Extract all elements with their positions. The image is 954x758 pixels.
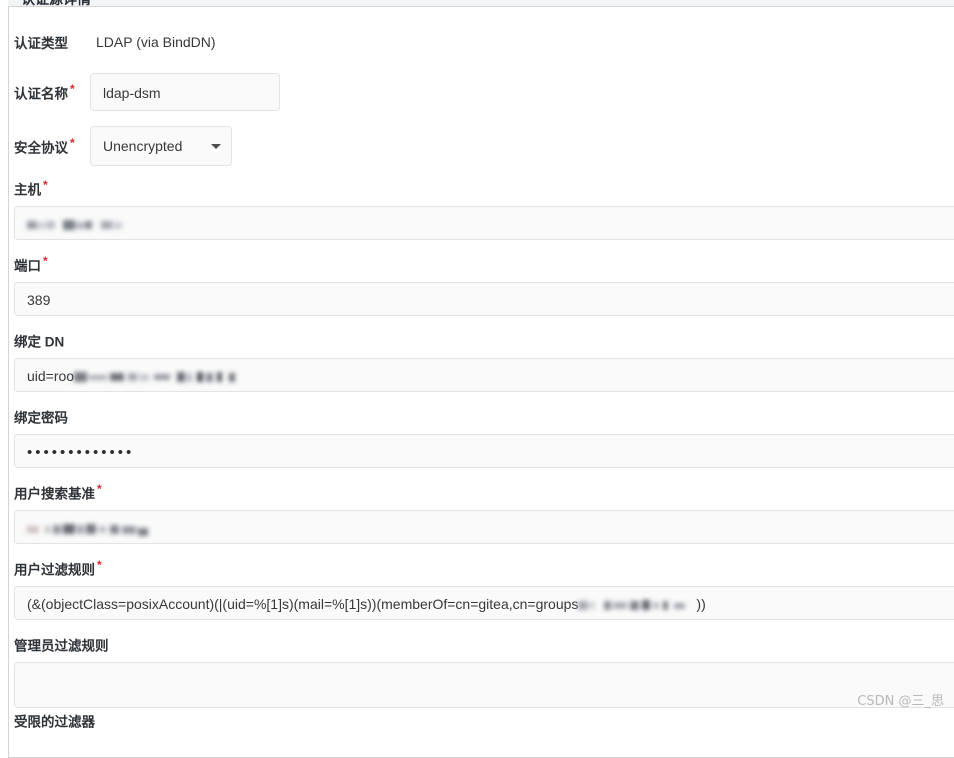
security-protocol-required-star: * <box>70 136 75 150</box>
field-host: 主机* <box>14 176 954 240</box>
bind-password-label: 绑定密码 <box>14 404 954 428</box>
user-filter-value-start: (&(objectClass=posixAccount)(|(uid=%[1]s… <box>27 596 578 612</box>
user-filter-input[interactable]: (&(objectClass=posixAccount)(|(uid=%[1]s… <box>14 586 954 620</box>
user-search-base-value-redacted <box>27 522 159 536</box>
bind-dn-input[interactable]: uid=roo <box>14 358 954 392</box>
user-filter-label-text: 用户过滤规则 <box>14 563 95 578</box>
security-protocol-label-text: 安全协议 <box>14 140 68 155</box>
card-header-title: 认证源详情 <box>21 0 91 7</box>
field-user-filter: 用户过滤规则* (&(objectClass=posixAccount)(|(u… <box>14 556 954 620</box>
auth-name-label-text: 认证名称 <box>14 86 68 101</box>
bind-dn-value-redacted <box>74 370 254 384</box>
user-search-base-required-star: * <box>97 482 102 496</box>
csdn-watermark: CSDN @三_思 <box>857 690 944 709</box>
auth-name-label: 认证名称* <box>14 82 90 103</box>
user-search-base-label: 用户搜索基准* <box>14 480 954 504</box>
ldap-auth-form: 认证类型 LDAP (via BindDN) 认证名称* ldap-dsm 安全… <box>0 8 954 718</box>
user-filter-label: 用户过滤规则* <box>14 556 954 580</box>
field-port: 端口* 389 <box>14 252 954 316</box>
restricted-filter-label-text: 受限的过滤器 <box>14 715 95 730</box>
host-label-text: 主机 <box>14 183 41 198</box>
user-filter-value-end: )) <box>696 596 705 612</box>
host-required-star: * <box>43 178 48 192</box>
port-required-star: * <box>43 254 48 268</box>
auth-name-required-star: * <box>70 82 75 96</box>
host-label: 主机* <box>14 176 954 200</box>
host-input[interactable] <box>14 206 954 240</box>
card-header: 认证源详情 <box>8 0 954 7</box>
security-protocol-value: Unencrypted <box>103 138 182 154</box>
user-search-base-label-text: 用户搜索基准 <box>14 487 95 502</box>
admin-filter-input[interactable] <box>14 662 954 708</box>
field-auth-type: 认证类型 LDAP (via BindDN) <box>14 32 954 52</box>
auth-name-input[interactable]: ldap-dsm <box>90 73 280 111</box>
auth-type-label: 认证类型 <box>14 32 90 52</box>
security-protocol-select[interactable]: Unencrypted <box>90 126 232 166</box>
field-bind-password: 绑定密码 ••••••••••••• <box>14 404 954 468</box>
admin-filter-label-text: 管理员过滤规则 <box>14 639 109 654</box>
redaction-mosaic <box>27 522 159 536</box>
bind-dn-value-visible: uid=roo <box>27 368 74 384</box>
port-label: 端口* <box>14 252 954 276</box>
field-security-protocol: 安全协议* Unencrypted <box>14 126 954 166</box>
user-search-base-input[interactable] <box>14 510 954 544</box>
field-admin-filter: 管理员过滤规则 <box>14 632 954 708</box>
redaction-mosaic <box>74 370 254 384</box>
field-bind-dn: 绑定 DN uid=roo <box>14 328 954 392</box>
security-protocol-label: 安全协议* <box>14 136 90 157</box>
redaction-mosaic <box>578 598 696 612</box>
field-restricted-filter: 受限的过滤器 <box>14 708 954 738</box>
user-filter-required-star: * <box>97 558 102 572</box>
user-filter-value-redacted <box>578 598 696 612</box>
chevron-down-icon <box>211 144 221 149</box>
restricted-filter-label: 受限的过滤器 <box>14 708 954 732</box>
admin-filter-label: 管理员过滤规则 <box>14 632 954 656</box>
bind-password-input[interactable]: ••••••••••••• <box>14 434 954 468</box>
bind-dn-label-text: 绑定 DN <box>14 335 64 350</box>
port-label-text: 端口 <box>14 259 41 274</box>
bind-password-label-text: 绑定密码 <box>14 411 68 426</box>
auth-type-value: LDAP (via BindDN) <box>90 34 216 50</box>
redaction-mosaic <box>27 218 139 232</box>
bind-password-value: ••••••••••••• <box>27 444 134 461</box>
host-value-redacted <box>27 218 139 232</box>
field-auth-name: 认证名称* ldap-dsm <box>14 73 954 111</box>
port-input[interactable]: 389 <box>14 282 954 316</box>
field-user-search-base: 用户搜索基准* <box>14 480 954 544</box>
bind-dn-label: 绑定 DN <box>14 328 954 352</box>
